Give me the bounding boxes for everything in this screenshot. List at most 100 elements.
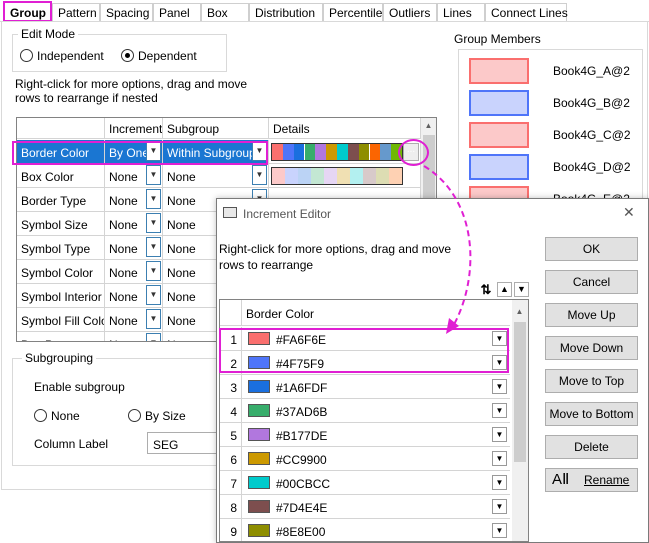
chevron-down-icon[interactable]: ▼ <box>146 285 161 305</box>
rename-button[interactable]: AⅡ Rename <box>545 468 638 492</box>
increment-select[interactable]: None▼ <box>105 260 163 284</box>
chevron-down-icon[interactable]: ▼ <box>252 165 267 185</box>
radio-independent[interactable] <box>20 49 33 62</box>
scroll-up-arrow-icon[interactable]: ▲ <box>421 118 436 133</box>
color-cell[interactable]: #CC9900 ▼ <box>242 447 510 471</box>
move-row-up-icon[interactable]: ▲ <box>497 282 512 297</box>
close-icon[interactable]: ✕ <box>623 204 635 221</box>
radio-subgroup-none[interactable] <box>34 409 47 422</box>
color-cell[interactable]: #FA6F6E ▼ <box>242 327 510 351</box>
editor-row[interactable]: 7 #00CBCC ▼ <box>220 471 510 495</box>
radio-subgroup-by-size[interactable] <box>128 409 141 422</box>
tab-panel[interactable]: Panel <box>153 3 201 21</box>
editor-row[interactable]: 4 #37AD6B ▼ <box>220 399 510 423</box>
chevron-down-icon[interactable]: ▼ <box>492 355 507 370</box>
increment-editor-dialog: Increment Editor ✕ Right-click for more … <box>216 198 649 543</box>
row-name: Border Color <box>17 140 105 164</box>
move-to-bottom-button[interactable]: Move to Bottom <box>545 402 638 426</box>
egrid-scroll-thumb[interactable] <box>514 322 526 462</box>
chevron-down-icon[interactable]: ▼ <box>492 403 507 418</box>
color-cell[interactable]: #1A6FDF ▼ <box>242 375 510 399</box>
ok-button[interactable]: OK <box>545 237 638 261</box>
color-chip <box>376 168 389 184</box>
color-cell[interactable]: #7D4E4E ▼ <box>242 495 510 519</box>
increment-select[interactable]: None▼ <box>105 332 163 341</box>
member-swatch <box>469 58 529 84</box>
tab-lines[interactable]: Lines <box>437 3 485 21</box>
editor-row[interactable]: 2 #4F75F9 ▼ <box>220 351 510 375</box>
tab-pattern[interactable]: Pattern <box>52 3 100 21</box>
increment-select[interactable]: None▼ <box>105 188 163 212</box>
color-cell[interactable]: #00CBCC ▼ <box>242 471 510 495</box>
color-chip <box>315 144 327 160</box>
chevron-down-icon[interactable]: ▼ <box>492 523 507 538</box>
group-members-list: Book4G_A@2 Book4G_B@2 Book4G_C@2 Book4G_D@2… <box>458 49 643 199</box>
chevron-down-icon[interactable]: ▼ <box>492 427 507 442</box>
egrid-scroll-up-icon[interactable]: ▲ <box>512 304 527 319</box>
column-label-select[interactable]: SEG <box>147 432 217 454</box>
chevron-down-icon[interactable]: ▼ <box>492 451 507 466</box>
increment-select[interactable]: None▼ <box>105 212 163 236</box>
color-swatch <box>248 500 270 513</box>
tab-spacing[interactable]: Spacing <box>100 3 153 21</box>
chevron-down-icon[interactable]: ▼ <box>492 475 507 490</box>
subgrouping-title: Subgrouping <box>22 351 97 365</box>
color-chip <box>350 168 363 184</box>
delete-button[interactable]: Delete <box>545 435 638 459</box>
chevron-down-icon[interactable]: ▼ <box>146 333 161 341</box>
editor-row[interactable]: 5 #B177DE ▼ <box>220 423 510 447</box>
tab-connect-lines[interactable]: Connect Lines <box>485 3 568 21</box>
move-up-button[interactable]: Move Up <box>545 303 638 327</box>
ellipsis-button[interactable]: ... <box>403 143 419 161</box>
details-cell[interactable] <box>269 164 421 188</box>
tab-group[interactable]: Group <box>3 1 52 22</box>
chevron-down-icon[interactable]: ▼ <box>146 213 161 233</box>
grid-corner <box>17 118 105 139</box>
increment-select[interactable]: By One ▼ <box>105 140 163 164</box>
move-to-top-button[interactable]: Move to Top <box>545 369 638 393</box>
egrid-scrollbar[interactable]: ▲ <box>512 300 528 541</box>
tab-percentile[interactable]: Percentile <box>323 3 383 21</box>
chevron-down-icon[interactable]: ▼ <box>492 331 507 346</box>
move-down-button[interactable]: Move Down <box>545 336 638 360</box>
tab-outliers[interactable]: Outliers <box>383 3 437 21</box>
header-increment: Increment <box>105 118 163 139</box>
color-hex: #8E8E00 <box>276 525 326 539</box>
row-number: 1 <box>220 327 242 351</box>
chevron-down-icon[interactable]: ▼ <box>146 189 161 209</box>
color-cell[interactable]: #B177DE ▼ <box>242 423 510 447</box>
tab-box[interactable]: Box <box>201 3 249 21</box>
chevron-down-icon[interactable]: ▼ <box>146 141 161 161</box>
row-number: 3 <box>220 375 242 399</box>
color-cell[interactable]: #8E8E00 ▼ <box>242 519 510 541</box>
increment-select[interactable]: None▼ <box>105 236 163 260</box>
sort-icon[interactable]: ⇅ <box>478 282 494 297</box>
increment-select[interactable]: None▼ <box>105 308 163 332</box>
increment-select[interactable]: None▼ <box>105 284 163 308</box>
radio-dependent[interactable] <box>121 49 134 62</box>
chevron-down-icon[interactable]: ▼ <box>146 309 161 329</box>
chevron-down-icon[interactable]: ▼ <box>252 141 267 161</box>
chevron-down-icon[interactable]: ▼ <box>146 237 161 257</box>
chevron-down-icon[interactable]: ▼ <box>146 165 161 185</box>
chevron-down-icon[interactable]: ▼ <box>492 379 507 394</box>
subgroup-select[interactable]: None▼ <box>163 164 269 188</box>
editor-row[interactable]: 1 #FA6F6E ▼ <box>220 327 510 351</box>
tab-distribution[interactable]: Distribution <box>249 3 323 21</box>
subgroup-select[interactable]: Within Subgroup ▼ <box>163 140 269 164</box>
editor-row[interactable]: 8 #7D4E4E ▼ <box>220 495 510 519</box>
editor-row[interactable]: 9 #8E8E00 ▼ <box>220 519 510 541</box>
color-chip <box>363 168 376 184</box>
move-row-down-icon[interactable]: ▼ <box>514 282 529 297</box>
color-cell[interactable]: #37AD6B ▼ <box>242 399 510 423</box>
chevron-down-icon[interactable]: ▼ <box>492 499 507 514</box>
cancel-button[interactable]: Cancel <box>545 270 638 294</box>
color-chip <box>293 144 305 160</box>
editor-row[interactable]: 6 #CC9900 ▼ <box>220 447 510 471</box>
row-number: 4 <box>220 399 242 423</box>
details-cell[interactable]: ... <box>269 140 421 164</box>
color-cell[interactable]: #4F75F9 ▼ <box>242 351 510 375</box>
chevron-down-icon[interactable]: ▼ <box>146 261 161 281</box>
increment-select[interactable]: None▼ <box>105 164 163 188</box>
editor-row[interactable]: 3 #1A6FDF ▼ <box>220 375 510 399</box>
